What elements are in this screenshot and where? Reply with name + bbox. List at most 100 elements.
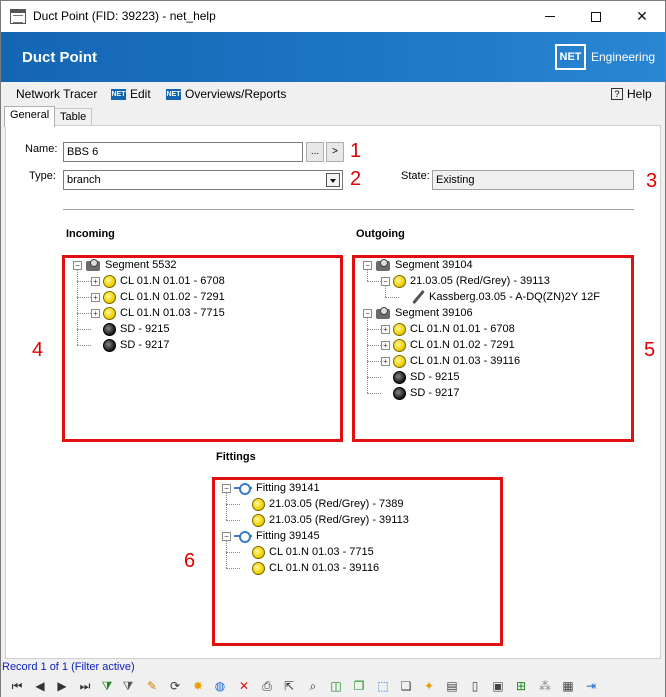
state-field: Existing xyxy=(432,170,634,190)
tree-node[interactable]: Kassberg.03.05 - A-DQ(ZN)2Y 12F xyxy=(399,289,600,305)
add-filter-icon[interactable]: ⧩ xyxy=(99,678,115,694)
menu-edit[interactable]: NET Edit xyxy=(111,87,151,101)
highlight-icon[interactable]: ◫ xyxy=(328,678,344,694)
select-icon[interactable]: ⇱ xyxy=(281,678,297,694)
tree-connector xyxy=(226,504,240,505)
menu-network-tracer[interactable]: Network Tracer xyxy=(16,87,97,101)
globe-icon[interactable]: ◍ xyxy=(212,678,228,694)
filter-icon[interactable]: ⧩ xyxy=(120,678,136,694)
tree-node-label: Segment 39104 xyxy=(395,259,473,271)
name-input[interactable]: BBS 6 xyxy=(63,142,303,162)
collapse-icon[interactable]: − xyxy=(222,531,231,541)
collapse-icon[interactable]: − xyxy=(73,260,82,270)
document-icon[interactable]: ▯ xyxy=(467,678,483,694)
yellow-cable-icon xyxy=(252,545,265,559)
first-record-icon[interactable]: ⏮ xyxy=(9,678,25,694)
tree-node[interactable]: − 21.03.05 (Red/Grey) - 39113 xyxy=(381,273,550,289)
tree-connector xyxy=(385,297,399,298)
collapse-icon[interactable]: − xyxy=(363,308,372,318)
tree-node[interactable]: SD - 9215 xyxy=(91,321,170,337)
yellow-cable-icon xyxy=(393,274,406,288)
tree-node-label: CL 01.N 01.01 - 6708 xyxy=(410,323,515,335)
zoom-icon[interactable]: ⌕ xyxy=(305,678,321,694)
frame-icon[interactable]: ⬚ xyxy=(375,678,391,694)
table-icon[interactable]: ▦ xyxy=(560,678,576,694)
fittings-tree: − Fitting 39141 21.03.05 (Red/Grey) - 7389… xyxy=(222,480,497,640)
image-icon[interactable]: ▣ xyxy=(490,678,506,694)
company-name: Engineering xyxy=(591,50,656,64)
tree-connector xyxy=(226,540,227,568)
tree-connector xyxy=(77,281,91,282)
tree-node[interactable]: CL 01.N 01.03 - 7715 xyxy=(240,544,374,560)
tree-node[interactable]: − Fitting 39141 xyxy=(222,480,320,496)
banner-title: Duct Point xyxy=(22,49,97,66)
exit-icon[interactable]: ⇥ xyxy=(583,678,599,694)
tree-node[interactable]: − Segment 39104 xyxy=(363,257,473,273)
menu-help[interactable]: ? Help xyxy=(611,87,652,101)
copy-icon[interactable]: ❐ xyxy=(351,678,367,694)
tree-node[interactable]: CL 01.N 01.03 - 39116 xyxy=(240,560,379,576)
expand-icon[interactable]: + xyxy=(91,308,100,318)
tree-connector xyxy=(367,377,381,378)
tree-node-label: CL 01.N 01.01 - 6708 xyxy=(120,275,225,287)
collapse-icon[interactable]: − xyxy=(363,260,372,270)
last-record-icon[interactable]: ⏭ xyxy=(77,678,93,694)
next-record-icon[interactable]: ▶ xyxy=(54,678,70,694)
browse-button[interactable]: ... xyxy=(306,142,324,162)
tree-node-label: Fitting 39145 xyxy=(256,530,320,542)
tree-node[interactable]: + CL 01.N 01.03 - 7715 xyxy=(91,305,225,321)
annotation-4: 4 xyxy=(32,339,44,361)
collapse-icon[interactable]: − xyxy=(381,276,390,286)
expand-icon[interactable]: + xyxy=(91,276,100,286)
tree-node[interactable]: − Segment 5532 xyxy=(73,257,177,273)
tab-table[interactable]: Table xyxy=(54,108,93,126)
tree-node-label: CL 01.N 01.03 - 7715 xyxy=(120,307,225,319)
menu-overviews-reports[interactable]: NET Overviews/Reports xyxy=(166,87,286,101)
tree-node[interactable]: + CL 01.N 01.01 - 6708 xyxy=(91,273,225,289)
tree-node[interactable]: + CL 01.N 01.01 - 6708 xyxy=(381,321,515,337)
print-icon[interactable]: ⎙ xyxy=(259,678,275,694)
expand-icon[interactable]: + xyxy=(381,324,390,334)
tree-node[interactable]: SD - 9215 xyxy=(381,369,460,385)
tree-node[interactable]: − Segment 39106 xyxy=(363,305,473,321)
add-document-icon[interactable]: ⊞ xyxy=(513,678,529,694)
document-new-icon[interactable]: ✦ xyxy=(421,678,437,694)
next-button[interactable]: > xyxy=(326,142,344,162)
tree-node[interactable]: SD - 9217 xyxy=(91,337,170,353)
report-icon[interactable]: ▤ xyxy=(444,678,460,694)
close-button[interactable]: ✕ xyxy=(619,1,665,32)
expand-icon[interactable]: + xyxy=(381,356,390,366)
yellow-cable-icon xyxy=(103,306,116,320)
collapse-icon[interactable]: − xyxy=(222,483,231,493)
maximize-button[interactable] xyxy=(573,1,619,32)
edit-pencil-icon[interactable]: ✎ xyxy=(144,678,160,694)
expand-icon[interactable]: + xyxy=(381,340,390,350)
new-icon[interactable]: ✸ xyxy=(190,678,206,694)
tree-connector xyxy=(77,297,91,298)
scatter-icon[interactable]: ⁂ xyxy=(537,678,553,694)
duplicate-icon[interactable]: ❏ xyxy=(398,678,414,694)
tree-connector xyxy=(226,492,227,520)
type-dropdown[interactable]: branch xyxy=(63,170,343,190)
tree-node[interactable]: 21.03.05 (Red/Grey) - 7389 xyxy=(240,496,404,512)
tree-connector xyxy=(226,552,240,553)
tree-node-label: Kassberg.03.05 - A-DQ(ZN)2Y 12F xyxy=(429,291,600,303)
prev-record-icon[interactable]: ◀ xyxy=(32,678,48,694)
expand-icon[interactable]: + xyxy=(91,292,100,302)
delete-icon[interactable]: ✕ xyxy=(236,678,252,694)
refresh-icon[interactable]: ⟳ xyxy=(167,678,183,694)
divider xyxy=(63,209,634,210)
tree-node[interactable]: − Fitting 39145 xyxy=(222,528,320,544)
bottom-toolbar: ⏮ ◀ ▶ ⏭ ⧩ ⧩ ✎ ⟳ ✸ ◍ ✕ ⎙ ⇱ ⌕ ◫ ❐ ⬚ ❏ ✦ ▤ ▯ ▣ ⊞ ⁂ ▦ ⇥ xyxy=(1,675,665,697)
tree-node-label: CL 01.N 01.02 - 7291 xyxy=(410,339,515,351)
tree-node[interactable]: + CL 01.N 01.02 - 7291 xyxy=(91,289,225,305)
tree-node[interactable]: + CL 01.N 01.03 - 39116 xyxy=(381,353,520,369)
tree-node[interactable]: SD - 9217 xyxy=(381,385,460,401)
minimize-button[interactable] xyxy=(527,1,573,32)
tree-node[interactable]: + CL 01.N 01.02 - 7291 xyxy=(381,337,515,353)
duct-point-window: Duct Point (FID: 39223) - net_help ✕ Duc… xyxy=(0,0,666,697)
maximize-icon xyxy=(591,11,601,22)
tree-node[interactable]: 21.03.05 (Red/Grey) - 39113 xyxy=(240,512,409,528)
yellow-cable-icon xyxy=(103,274,116,288)
tab-general[interactable]: General xyxy=(4,106,56,127)
